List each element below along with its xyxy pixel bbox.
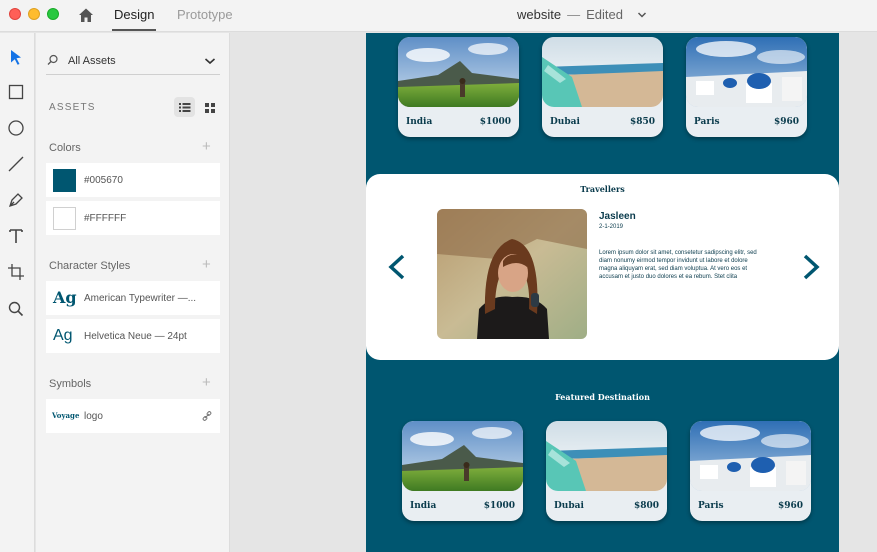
assets-filter[interactable]: All Assets bbox=[46, 47, 220, 75]
featured-destination-title: Featured Destination bbox=[555, 392, 650, 402]
zoom-tool-icon[interactable] bbox=[6, 299, 26, 319]
title-bar: Design Prototype website — Edited bbox=[0, 0, 877, 32]
symbol-item[interactable]: Voyage logo bbox=[46, 399, 220, 433]
destination-card[interactable]: Paris $960 bbox=[686, 37, 807, 137]
document-title[interactable]: website — Edited bbox=[517, 7, 623, 22]
text-tool-icon[interactable] bbox=[6, 226, 26, 246]
symbol-label: logo bbox=[84, 411, 103, 422]
zoom-window-button[interactable] bbox=[47, 8, 59, 20]
character-style-item[interactable]: Ag American Typewriter —... bbox=[46, 281, 220, 315]
symbols-heading: Symbols bbox=[49, 378, 92, 390]
character-style-item[interactable]: Ag Helvetica Neue — 24pt bbox=[46, 319, 220, 353]
select-tool-icon[interactable] bbox=[6, 47, 26, 67]
color-swatch bbox=[53, 169, 76, 192]
tab-design[interactable]: Design bbox=[111, 7, 157, 31]
destination-price: $960 bbox=[773, 117, 799, 127]
chevron-down-icon bbox=[204, 58, 216, 65]
traveller-photo bbox=[437, 209, 587, 339]
search-icon bbox=[47, 54, 58, 65]
traveller-name: Jasleen bbox=[599, 211, 636, 222]
traveller-story: Lorem ipsum dolor sit amet, consetetur s… bbox=[599, 250, 757, 280]
design-canvas[interactable]: India $1000 Dubai $850 Paris $960 Travel… bbox=[231, 33, 877, 552]
add-color-icon[interactable]: + bbox=[202, 139, 211, 154]
minimize-window-button[interactable] bbox=[28, 8, 40, 20]
artboard-tool-icon[interactable] bbox=[6, 262, 26, 282]
add-character-style-icon[interactable]: + bbox=[202, 257, 211, 272]
color-asset-label: #FFFFFF bbox=[84, 213, 127, 224]
list-view-icon[interactable] bbox=[174, 97, 195, 117]
featured-destination-card[interactable]: India $1000 bbox=[402, 421, 523, 521]
character-styles-heading: Character Styles bbox=[49, 260, 131, 272]
tab-prototype[interactable]: Prototype bbox=[177, 7, 233, 22]
destination-name: Dubai bbox=[554, 501, 584, 511]
symbol-thumbnail: Voyage bbox=[52, 411, 80, 420]
featured-destination-card[interactable]: Paris $960 bbox=[690, 421, 811, 521]
line-tool-icon[interactable] bbox=[6, 154, 26, 174]
destination-price: $800 bbox=[633, 501, 659, 511]
character-style-sample: Ag bbox=[53, 288, 77, 307]
character-style-label: Helvetica Neue — 24pt bbox=[84, 331, 187, 342]
india-photo bbox=[402, 421, 523, 491]
paris-photo bbox=[690, 421, 811, 491]
color-asset-item[interactable]: #005670 bbox=[46, 163, 220, 197]
destination-price: $1000 bbox=[483, 501, 515, 511]
color-asset-label: #005670 bbox=[84, 175, 123, 186]
destination-price: $960 bbox=[777, 501, 803, 511]
travellers-title: Travellers bbox=[580, 184, 625, 194]
destination-card[interactable]: India $1000 bbox=[398, 37, 519, 137]
destination-name: Paris bbox=[698, 501, 724, 511]
grid-view-icon[interactable] bbox=[200, 97, 220, 117]
document-name: website bbox=[517, 7, 562, 22]
chevron-down-icon[interactable] bbox=[637, 10, 647, 20]
destination-name: Paris bbox=[694, 117, 720, 127]
close-window-button[interactable] bbox=[9, 8, 21, 20]
assets-panel: All Assets ASSETS Colors + #005670 #FFFF… bbox=[36, 33, 230, 552]
home-icon[interactable] bbox=[77, 6, 95, 24]
travellers-section[interactable]: Travellers Jasleen 2-1-2019 Lorem ipsum … bbox=[366, 174, 839, 360]
destination-name: India bbox=[406, 117, 433, 127]
website-artboard[interactable]: India $1000 Dubai $850 Paris $960 Travel… bbox=[366, 33, 839, 552]
destination-name: Dubai bbox=[550, 117, 580, 127]
rectangle-tool-icon[interactable] bbox=[6, 82, 26, 102]
destination-price: $1000 bbox=[479, 117, 511, 127]
ellipse-tool-icon[interactable] bbox=[6, 118, 26, 138]
chevron-left-icon[interactable] bbox=[386, 254, 408, 280]
dubai-photo bbox=[546, 421, 667, 491]
assets-filter-label: All Assets bbox=[68, 55, 116, 67]
character-style-sample: Ag bbox=[53, 327, 73, 344]
document-title-separator: — bbox=[567, 7, 581, 22]
destination-name: India bbox=[410, 501, 437, 511]
pen-tool-icon[interactable] bbox=[6, 190, 26, 210]
link-icon[interactable] bbox=[202, 411, 212, 421]
paris-photo bbox=[686, 37, 807, 107]
document-status: Edited bbox=[586, 7, 623, 22]
color-swatch bbox=[53, 207, 76, 230]
traveller-date: 2-1-2019 bbox=[599, 224, 624, 230]
india-photo bbox=[398, 37, 519, 107]
tool-bar bbox=[0, 33, 35, 552]
character-style-label: American Typewriter —... bbox=[84, 293, 197, 304]
chevron-right-icon[interactable] bbox=[800, 254, 822, 280]
assets-heading: ASSETS bbox=[49, 102, 96, 113]
add-symbol-icon[interactable]: + bbox=[202, 375, 211, 390]
colors-heading: Colors bbox=[49, 142, 81, 154]
dubai-photo bbox=[542, 37, 663, 107]
destination-price: $850 bbox=[629, 117, 655, 127]
destination-card[interactable]: Dubai $850 bbox=[542, 37, 663, 137]
featured-destination-card[interactable]: Dubai $800 bbox=[546, 421, 667, 521]
color-asset-item[interactable]: #FFFFFF bbox=[46, 201, 220, 235]
